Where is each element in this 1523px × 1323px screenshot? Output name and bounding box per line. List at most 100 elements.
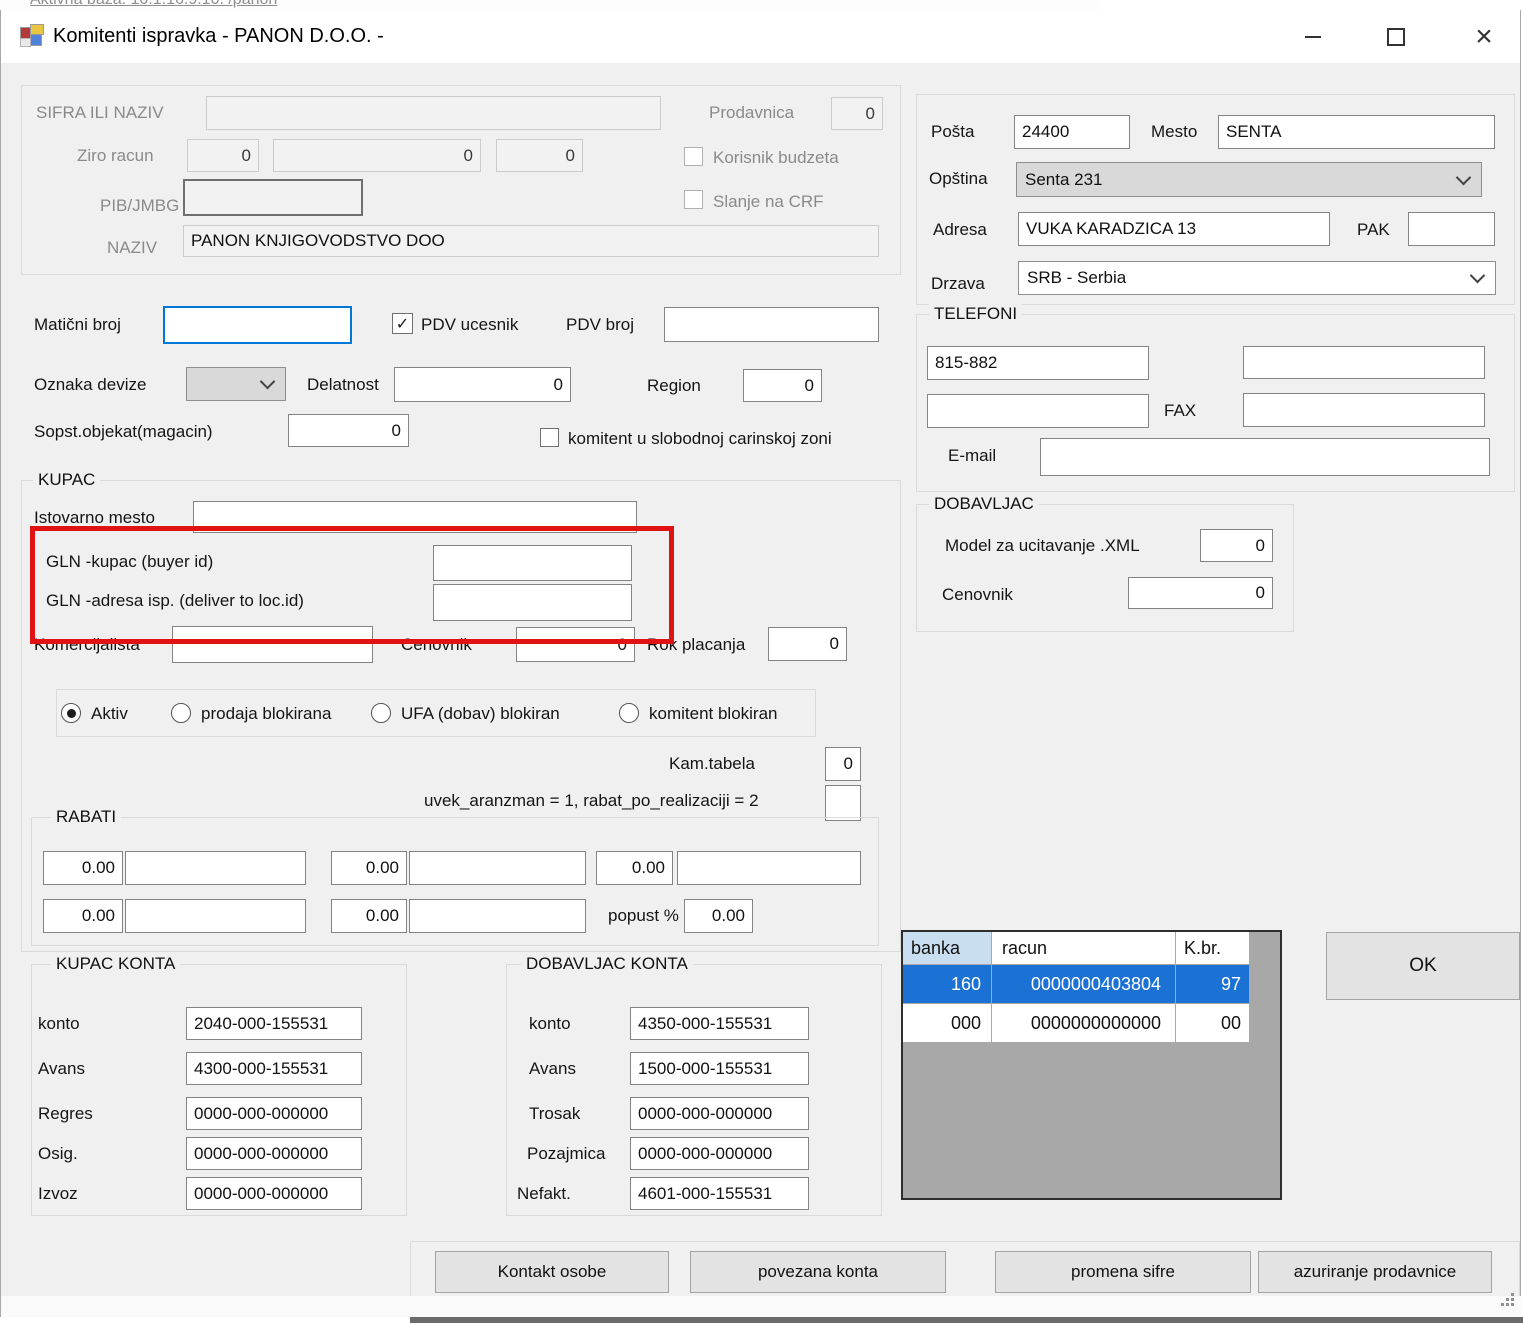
close-button[interactable]: × <box>1461 16 1507 58</box>
bank-col-header-kbr[interactable]: K.br. <box>1176 932 1249 964</box>
rabat-input-3[interactable]: 0.00 <box>596 851 673 885</box>
dob-nefakt-input[interactable]: 4601-000-155531 <box>630 1177 809 1210</box>
radio-prodaja-blokirana[interactable] <box>171 703 191 723</box>
bank-col-header-banka[interactable]: banka <box>903 932 991 964</box>
radio-komitent-blokiran[interactable] <box>619 703 639 723</box>
delatnost-input[interactable]: 0 <box>394 367 571 402</box>
cenovnik-input[interactable]: 0 <box>516 627 635 662</box>
kam-tabela-input[interactable]: 0 <box>825 747 861 781</box>
title-bar: Komitenti ispravka - PANON D.O.O. - × <box>1 10 1520 63</box>
dob-cenovnik-input[interactable]: 0 <box>1128 577 1273 609</box>
rabat-text-5[interactable] <box>409 899 586 933</box>
rabat-input-4[interactable]: 0.00 <box>43 899 123 933</box>
kupac-group-title: KUPAC <box>33 470 100 490</box>
pdv-ucesnik-checkbox[interactable]: ✓ <box>392 313 413 334</box>
telefon-input-3[interactable] <box>927 394 1149 428</box>
ziro-racun-input-3[interactable]: 0 <box>496 139 583 172</box>
rok-placanja-input[interactable]: 0 <box>768 627 847 661</box>
chevron-down-icon <box>1470 268 1486 284</box>
opstina-select[interactable]: Senta 231 <box>1016 162 1482 197</box>
bank-cell: 0000000000000 <box>992 1004 1175 1042</box>
kam-tabela-label: Kam.tabela <box>669 754 755 774</box>
istovarno-mesto-input[interactable] <box>193 501 637 533</box>
komercijalista-input[interactable] <box>172 626 373 663</box>
popust-input[interactable]: 0.00 <box>684 899 753 933</box>
radio-ufa-blokiran[interactable] <box>371 703 391 723</box>
sifra-input[interactable] <box>206 96 661 130</box>
bank-cell: 00 <box>1176 1004 1249 1042</box>
dob-konto-input[interactable]: 4350-000-155531 <box>630 1007 809 1040</box>
prodavnica-input[interactable]: 0 <box>831 97 883 130</box>
drzava-select[interactable]: SRB - Serbia <box>1018 261 1496 295</box>
ziro-racun-input-2[interactable]: 0 <box>273 139 481 172</box>
slanje-crf-checkbox[interactable] <box>684 190 703 209</box>
opstina-value: Senta 231 <box>1025 170 1103 190</box>
kupac-osig-input[interactable]: 0000-000-000000 <box>186 1137 362 1170</box>
kupac-regres-input[interactable]: 0000-000-000000 <box>186 1097 362 1130</box>
bank-col-header-racun[interactable]: racun <box>992 932 1175 964</box>
kupac-izvoz-input[interactable]: 0000-000-000000 <box>186 1177 362 1210</box>
kupac-avans-input[interactable]: 4300-000-155531 <box>186 1052 362 1085</box>
fax-label: FAX <box>1164 401 1196 421</box>
rabat-input-5[interactable]: 0.00 <box>331 899 407 933</box>
kontakt-osobe-button[interactable]: Kontakt osobe <box>435 1251 669 1293</box>
rabat-text-1[interactable] <box>125 851 306 885</box>
rabat-text-2[interactable] <box>409 851 586 885</box>
carinska-zona-checkbox[interactable] <box>540 428 559 447</box>
ziro-racun-input-1[interactable]: 0 <box>187 139 259 172</box>
pib-input[interactable] <box>183 179 363 216</box>
posta-input[interactable]: 24400 <box>1014 115 1130 149</box>
rabat-input-2[interactable]: 0.00 <box>331 851 407 885</box>
rabat-text-4[interactable] <box>125 899 306 933</box>
maximize-button[interactable] <box>1373 16 1419 58</box>
region-input[interactable]: 0 <box>743 369 822 402</box>
mesto-input[interactable]: SENTA <box>1218 115 1495 149</box>
sopst-objekat-input[interactable]: 0 <box>288 414 409 447</box>
maticni-broj-label: Matični broj <box>34 315 121 335</box>
email-input[interactable] <box>1040 438 1490 476</box>
sifra-label: SIFRA ILI NAZIV <box>36 103 164 123</box>
rabat-text-3[interactable] <box>677 851 861 885</box>
dob-cenovnik-label: Cenovnik <box>942 585 1013 605</box>
pak-label: PAK <box>1357 220 1390 240</box>
azuriranje-prodavnice-button[interactable]: azuriranje prodavnice <box>1258 1251 1492 1293</box>
kupac-osig-label: Osig. <box>38 1144 78 1164</box>
minimize-button[interactable] <box>1290 16 1336 58</box>
naziv-input[interactable]: PANON KNJIGOVODSTVO DOO <box>183 225 879 257</box>
promena-sifre-button[interactable]: promena sifre <box>995 1251 1251 1293</box>
delatnost-label: Delatnost <box>307 375 379 395</box>
radio-komitent-blokiran-label: komitent blokiran <box>649 704 778 724</box>
komercijalista-label: Komercijalista <box>34 635 140 655</box>
dob-avans-input[interactable]: 1500-000-155531 <box>630 1052 809 1085</box>
radio-prodaja-blokirana-label: prodaja blokirana <box>201 704 331 724</box>
adresa-input[interactable]: VUKA KARADZICA 13 <box>1018 212 1330 246</box>
korisnik-budzeta-label: Korisnik budzeta <box>713 148 839 168</box>
fax-input[interactable] <box>1243 393 1485 427</box>
oznaka-devize-select[interactable] <box>186 367 286 401</box>
maticni-broj-input[interactable] <box>163 306 352 344</box>
aranzman-input[interactable] <box>825 785 861 821</box>
povezana-konta-button[interactable]: povezana konta <box>690 1251 946 1293</box>
gln-kupac-input[interactable] <box>433 545 632 581</box>
pdv-ucesnik-label: PDV ucesnik <box>421 315 518 335</box>
kupac-konto-input[interactable]: 2040-000-155531 <box>186 1007 362 1040</box>
istovarno-mesto-label: Istovarno mesto <box>34 508 155 528</box>
dob-pozajmica-input[interactable]: 0000-000-000000 <box>630 1137 809 1170</box>
radio-aktiv[interactable] <box>61 703 81 723</box>
dobavljac-konta-title: DOBAVLJAC KONTA <box>521 954 693 974</box>
dob-konto-label: konto <box>529 1014 571 1034</box>
telefon-input-1[interactable]: 815-882 <box>927 346 1149 380</box>
telefon-input-2[interactable] <box>1243 346 1485 379</box>
korisnik-budzeta-checkbox[interactable] <box>684 147 703 166</box>
rabat-input-1[interactable]: 0.00 <box>43 851 123 885</box>
pdv-broj-input[interactable] <box>664 307 879 342</box>
pib-label: PIB/JMBG <box>100 196 179 216</box>
model-xml-input[interactable]: 0 <box>1200 529 1273 562</box>
komitenti-window: Komitenti ispravka - PANON D.O.O. - × SI… <box>0 10 1521 1317</box>
dob-trosak-input[interactable]: 0000-000-000000 <box>630 1097 809 1130</box>
ok-button[interactable]: OK <box>1326 932 1520 1000</box>
gln-adresa-input[interactable] <box>433 584 632 621</box>
pak-input[interactable] <box>1408 212 1495 246</box>
model-xml-label: Model za ucitavanje .XML <box>945 536 1140 556</box>
resize-grip[interactable] <box>1511 1303 1514 1306</box>
